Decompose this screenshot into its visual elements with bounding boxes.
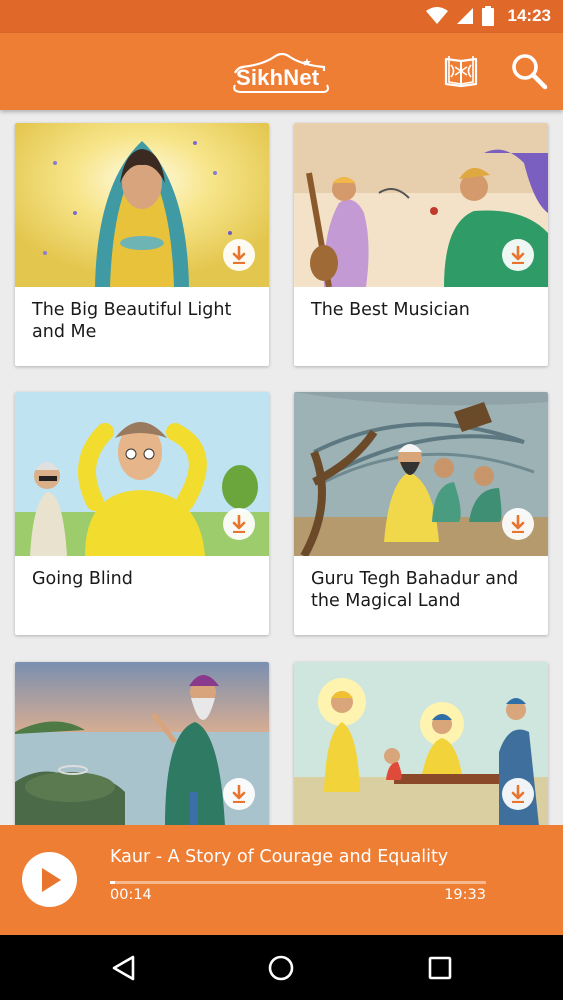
- library-book-button[interactable]: [443, 53, 479, 89]
- app-bar: SikhNet: [0, 33, 563, 110]
- download-arrow-icon: [511, 515, 525, 533]
- download-button[interactable]: [502, 778, 534, 810]
- story-cover-image: [15, 392, 269, 556]
- sikhnet-logo[interactable]: SikhNet: [232, 51, 332, 95]
- story-cover-image: [15, 123, 269, 287]
- progress-fill: [110, 881, 115, 884]
- download-arrow-icon: [511, 785, 525, 803]
- search-button[interactable]: [510, 52, 548, 90]
- home-circle-icon: [268, 955, 294, 981]
- download-button[interactable]: [502, 508, 534, 540]
- download-arrow-icon: [511, 246, 525, 264]
- download-arrow-icon: [232, 785, 246, 803]
- back-button[interactable]: [109, 953, 139, 983]
- logo-text: SikhNet: [236, 65, 320, 90]
- story-card[interactable]: [294, 662, 548, 825]
- audio-player: Kaur - A Story of Courage and Equality 0…: [0, 825, 563, 935]
- story-title: The Best Musician: [311, 300, 470, 320]
- story-grid: The Big Beautiful Light and Me The Best …: [0, 110, 563, 825]
- battery-icon: [481, 6, 494, 26]
- story-title: The Big Beautiful Light and Me: [32, 300, 232, 342]
- open-book-icon: [444, 56, 478, 88]
- download-button[interactable]: [223, 778, 255, 810]
- status-bar: 14:23: [0, 0, 563, 33]
- total-time: 19:33: [444, 887, 486, 903]
- story-title: Going Blind: [32, 569, 133, 589]
- recents-button[interactable]: [425, 953, 455, 983]
- current-time: 00:14: [110, 887, 152, 903]
- story-cover-image: [15, 662, 269, 825]
- status-time: 14:23: [507, 6, 551, 25]
- progress-bar[interactable]: [110, 881, 486, 884]
- search-icon: [512, 54, 548, 90]
- signal-icon: [456, 8, 473, 24]
- system-navigation-bar: [0, 935, 563, 1000]
- story-card[interactable]: Going Blind: [15, 392, 269, 635]
- story-card[interactable]: [15, 662, 269, 825]
- track-title: Kaur - A Story of Courage and Equality: [110, 847, 449, 867]
- back-triangle-icon: [112, 955, 135, 981]
- download-button[interactable]: [223, 508, 255, 540]
- download-arrow-icon: [232, 515, 246, 533]
- download-button[interactable]: [223, 239, 255, 271]
- recents-square-icon: [428, 956, 452, 980]
- wifi-icon: [425, 7, 448, 24]
- play-button[interactable]: [22, 852, 77, 907]
- download-button[interactable]: [502, 239, 534, 271]
- play-icon: [41, 867, 61, 892]
- story-cover-image: [294, 392, 548, 556]
- story-cover-image: [294, 662, 548, 825]
- story-card[interactable]: The Big Beautiful Light and Me: [15, 123, 269, 366]
- status-icons: 14:23: [425, 6, 551, 26]
- home-button[interactable]: [266, 953, 296, 983]
- download-arrow-icon: [232, 246, 246, 264]
- story-card[interactable]: The Best Musician: [294, 123, 548, 366]
- story-cover-image: [294, 123, 548, 287]
- story-card[interactable]: Guru Tegh Bahadur and the Magical Land: [294, 392, 548, 635]
- story-title: Guru Tegh Bahadur and the Magical Land: [311, 569, 519, 611]
